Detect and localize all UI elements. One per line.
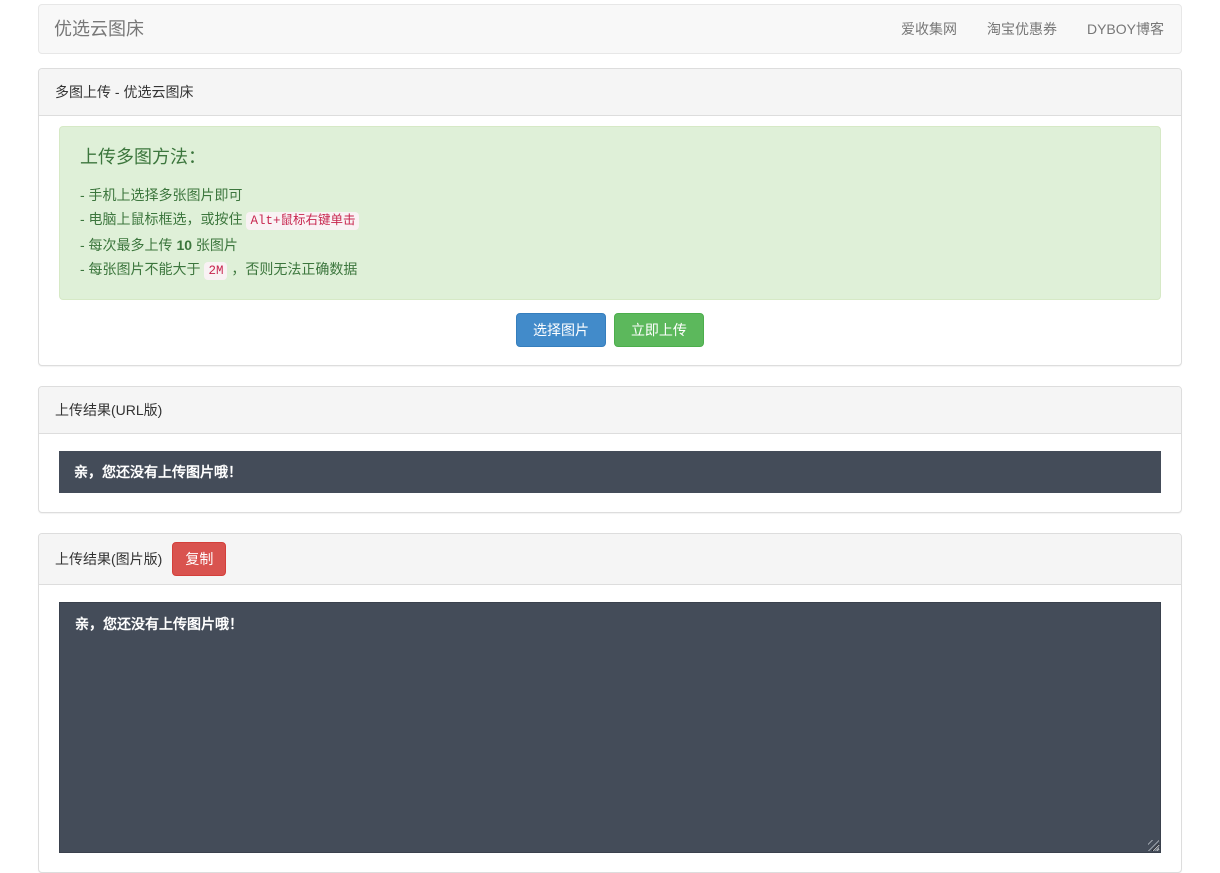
instructions-title: 上传多图方法： [80, 143, 1140, 169]
navbar-links: 爱收集网 淘宝优惠券 DYBOY博客 [886, 4, 1181, 54]
instruction-line-desktop: - 电脑上鼠标框选，或按住 Alt+鼠标右键单击 [80, 207, 1140, 233]
max-size-code: 2M [204, 262, 227, 280]
upload-instructions-alert: 上传多图方法： - 手机上选择多张图片即可 - 电脑上鼠标框选，或按住 Alt+… [59, 126, 1161, 300]
instruction-line-max-size: - 每张图片不能大于 2M ，否则无法正确数据 [80, 257, 1140, 283]
choose-images-button[interactable]: 选择图片 [516, 313, 606, 347]
upload-button-row: 选择图片 立即上传 [59, 313, 1161, 349]
upload-panel: 多图上传 - 优选云图床 上传多图方法： - 手机上选择多张图片即可 - 电脑上… [38, 68, 1182, 366]
nav-link-aishoujiwang[interactable]: 爱收集网 [886, 4, 972, 54]
nav-link-dyboy-blog[interactable]: DYBOY博客 [1072, 4, 1179, 54]
alt-rightclick-code: Alt+鼠标右键单击 [246, 212, 359, 230]
brand-link[interactable]: 优选云图床 [39, 4, 159, 54]
image-result-panel: 上传结果(图片版) 复制 亲，您还没有上传图片哦！ [38, 533, 1182, 873]
image-result-title: 上传结果(图片版) [55, 549, 162, 569]
image-result-body: 亲，您还没有上传图片哦！ [39, 585, 1181, 872]
navbar: 优选云图床 爱收集网 淘宝优惠券 DYBOY博客 [38, 4, 1182, 54]
url-result-output: 亲，您还没有上传图片哦！ [59, 451, 1161, 493]
upload-panel-title: 多图上传 - 优选云图床 [55, 84, 193, 100]
copy-button[interactable]: 复制 [172, 542, 226, 576]
instruction-line-max-count: - 每次最多上传 10 张图片 [80, 233, 1140, 257]
max-count-value: 10 [176, 237, 192, 253]
instruction-line-mobile: - 手机上选择多张图片即可 [80, 183, 1140, 207]
image-result-textarea-wrap: 亲，您还没有上传图片哦！ [59, 602, 1161, 853]
upload-panel-body: 上传多图方法： - 手机上选择多张图片即可 - 电脑上鼠标框选，或按住 Alt+… [39, 116, 1181, 365]
url-result-panel: 上传结果(URL版) 亲，您还没有上传图片哦！ [38, 386, 1182, 513]
upload-panel-heading: 多图上传 - 优选云图床 [39, 69, 1181, 116]
page-container: 优选云图床 爱收集网 淘宝优惠券 DYBOY博客 多图上传 - 优选云图床 上传… [38, 0, 1182, 873]
image-result-heading: 上传结果(图片版) 复制 [39, 534, 1181, 585]
url-result-heading: 上传结果(URL版) [39, 387, 1181, 434]
upload-now-button[interactable]: 立即上传 [614, 313, 704, 347]
url-result-title: 上传结果(URL版) [55, 402, 162, 418]
url-result-body: 亲，您还没有上传图片哦！ [39, 434, 1181, 512]
nav-link-taobao-coupon[interactable]: 淘宝优惠券 [972, 4, 1072, 54]
image-result-textarea[interactable]: 亲，您还没有上传图片哦！ [59, 602, 1161, 853]
